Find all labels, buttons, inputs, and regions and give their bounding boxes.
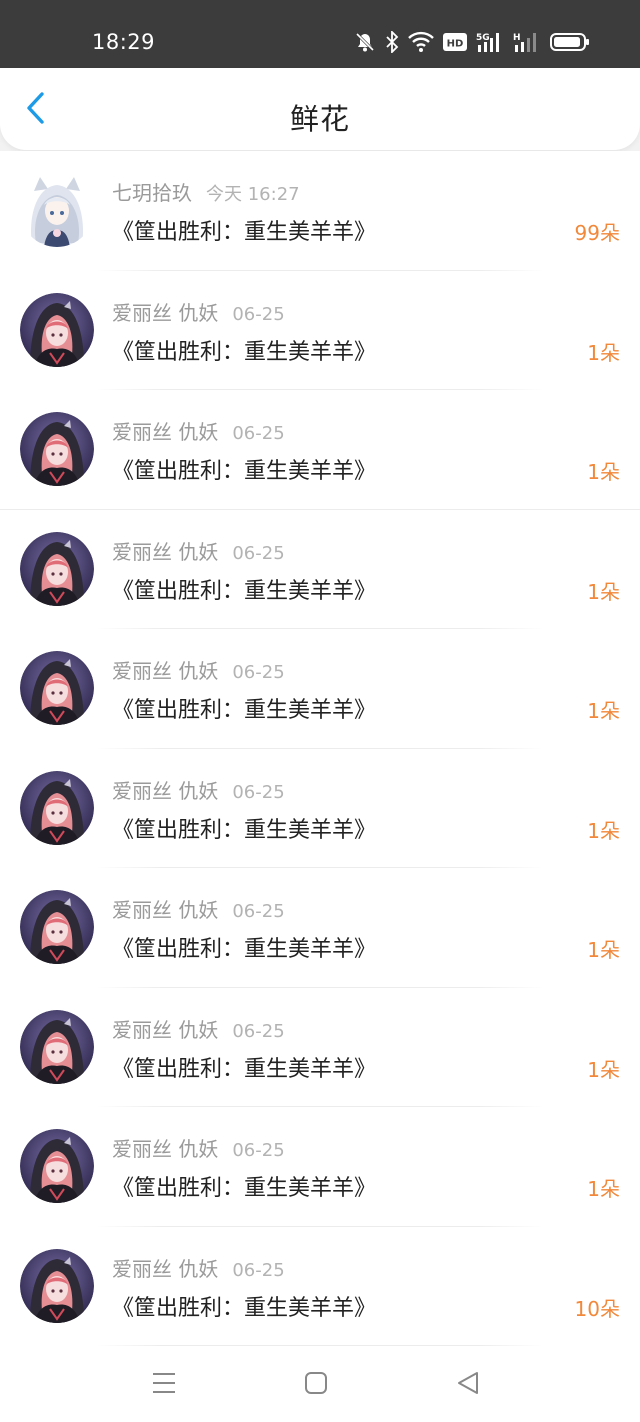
flower-count: 1朵 (587, 699, 620, 723)
date: 06-25 (232, 662, 285, 683)
flower-list: 七玥拾玖 今天 16:27 《筐出胜利：重生美羊羊》 99朵爱丽丝 仇妖 06-25 《筐… (0, 151, 640, 1346)
date: 今天 16:27 (206, 184, 300, 205)
5g-signal-icon: 5G (476, 31, 504, 53)
h-signal-icon: H (513, 31, 541, 53)
flower-count: 99朵 (574, 221, 620, 245)
user-line: 七玥拾玖 今天 16:27 (112, 177, 300, 206)
flower-count: 1朵 (587, 938, 620, 962)
wifi-icon (408, 31, 434, 53)
book-title[interactable]: 《筐出胜利：重生美羊羊》 (112, 931, 376, 963)
battery-icon (550, 32, 590, 52)
user-line: 爱丽丝 仇妖 06-25 (112, 655, 285, 684)
flower-count: 1朵 (587, 1177, 620, 1201)
svg-text:HD: HD (447, 39, 464, 50)
list-item[interactable]: 爱丽丝 仇妖 06-25 《筐出胜利：重生美羊羊》 1朵 (0, 390, 640, 510)
home-button[interactable] (298, 1370, 334, 1400)
user-line: 爱丽丝 仇妖 06-25 (112, 1253, 285, 1282)
username[interactable]: 爱丽丝 仇妖 (112, 420, 218, 444)
user-line: 爱丽丝 仇妖 06-25 (112, 536, 285, 565)
list-item[interactable]: 爱丽丝 仇妖 06-25 《筐出胜利：重生美羊羊》 1朵 (0, 510, 640, 629)
flower-count: 1朵 (587, 340, 620, 365)
list-item[interactable]: 爱丽丝 仇妖 06-25 《筐出胜利：重生美羊羊》 1朵 (0, 868, 640, 988)
flower-count: 10朵 (574, 1296, 620, 1321)
flower-count: 1朵 (587, 818, 620, 843)
hd-icon: HD (443, 33, 467, 51)
date: 06-25 (232, 542, 285, 564)
username[interactable]: 爱丽丝 仇妖 (112, 659, 218, 683)
avatar[interactable] (20, 651, 94, 725)
date: 06-25 (232, 423, 285, 444)
username[interactable]: 爱丽丝 仇妖 (112, 540, 218, 564)
flower-count: 1朵 (587, 460, 620, 484)
list-item[interactable]: 爱丽丝 仇妖 06-25 《筐出胜利：重生美羊羊》 10朵 (0, 1227, 640, 1346)
list-item[interactable]: 爱丽丝 仇妖 06-25 《筐出胜利：重生美羊羊》 1朵 (0, 271, 640, 390)
avatar[interactable] (20, 1248, 94, 1323)
flower-count: 1朵 (587, 1057, 620, 1082)
book-title[interactable]: 《筐出胜利：重生美羊羊》 (112, 453, 376, 485)
date: 06-25 (232, 901, 285, 922)
page-header: 鲜花 (0, 68, 640, 150)
username[interactable]: 七玥拾玖 (112, 181, 192, 205)
book-title[interactable]: 《筐出胜利：重生美羊羊》 (112, 214, 376, 246)
menu-button[interactable] (146, 1370, 182, 1400)
date: 06-25 (232, 1259, 285, 1281)
page-title: 鲜花 (289, 102, 350, 136)
user-line: 爱丽丝 仇妖 06-25 (112, 894, 285, 923)
mute-icon (354, 31, 376, 53)
username[interactable]: 爱丽丝 仇妖 (112, 1018, 218, 1042)
list-item[interactable]: 爱丽丝 仇妖 06-25 《筐出胜利：重生美羊羊》 1朵 (0, 1107, 640, 1227)
book-title[interactable]: 《筐出胜利：重生美羊羊》 (112, 573, 376, 605)
username[interactable]: 爱丽丝 仇妖 (112, 1257, 218, 1281)
avatar[interactable] (20, 531, 94, 606)
user-line: 爱丽丝 仇妖 06-25 (112, 1014, 285, 1043)
avatar[interactable] (20, 292, 94, 367)
book-title[interactable]: 《筐出胜利：重生美羊羊》 (112, 692, 376, 724)
avatar[interactable] (20, 770, 94, 845)
username[interactable]: 爱丽丝 仇妖 (112, 779, 218, 803)
status-icons: HD 5G H (354, 28, 590, 56)
home-square-icon (304, 1371, 328, 1399)
username[interactable]: 爱丽丝 仇妖 (112, 1137, 218, 1161)
list-item[interactable]: 爱丽丝 仇妖 06-25 《筐出胜利：重生美羊羊》 1朵 (0, 988, 640, 1107)
svg-text:H: H (513, 33, 521, 43)
svg-text:5G: 5G (476, 33, 490, 43)
status-bar: 18:29 HD 5G H (0, 0, 640, 68)
user-line: 爱丽丝 仇妖 06-25 (112, 1133, 285, 1162)
bluetooth-icon (385, 31, 399, 53)
avatar[interactable] (20, 173, 94, 247)
avatar[interactable] (20, 412, 94, 486)
back-triangle-icon (456, 1371, 480, 1399)
book-title[interactable]: 《筐出胜利：重生美羊羊》 (112, 1290, 376, 1322)
book-title[interactable]: 《筐出胜利：重生美羊羊》 (112, 1170, 376, 1202)
book-title[interactable]: 《筐出胜利：重生美羊羊》 (112, 334, 376, 366)
list-item[interactable]: 爱丽丝 仇妖 06-25 《筐出胜利：重生美羊羊》 1朵 (0, 629, 640, 749)
avatar[interactable] (20, 1129, 94, 1203)
status-time: 18:29 (92, 30, 156, 54)
menu-icon (152, 1371, 176, 1399)
date: 06-25 (232, 1140, 285, 1161)
date: 06-25 (232, 781, 285, 803)
book-title[interactable]: 《筐出胜利：重生美羊羊》 (112, 812, 376, 844)
avatar[interactable] (20, 1009, 94, 1084)
system-nav-bar (0, 1346, 640, 1422)
avatar[interactable] (20, 890, 94, 964)
list-item[interactable]: 爱丽丝 仇妖 06-25 《筐出胜利：重生美羊羊》 1朵 (0, 749, 640, 868)
user-line: 爱丽丝 仇妖 06-25 (112, 416, 285, 445)
book-title[interactable]: 《筐出胜利：重生美羊羊》 (112, 1051, 376, 1083)
date: 06-25 (232, 303, 285, 325)
username[interactable]: 爱丽丝 仇妖 (112, 898, 218, 922)
flower-count: 1朵 (587, 579, 620, 604)
user-line: 爱丽丝 仇妖 06-25 (112, 297, 285, 326)
list-item[interactable]: 七玥拾玖 今天 16:27 《筐出胜利：重生美羊羊》 99朵 (0, 151, 640, 271)
username[interactable]: 爱丽丝 仇妖 (112, 301, 218, 325)
back-nav-button[interactable] (450, 1370, 486, 1400)
date: 06-25 (232, 1020, 285, 1042)
user-line: 爱丽丝 仇妖 06-25 (112, 775, 285, 804)
